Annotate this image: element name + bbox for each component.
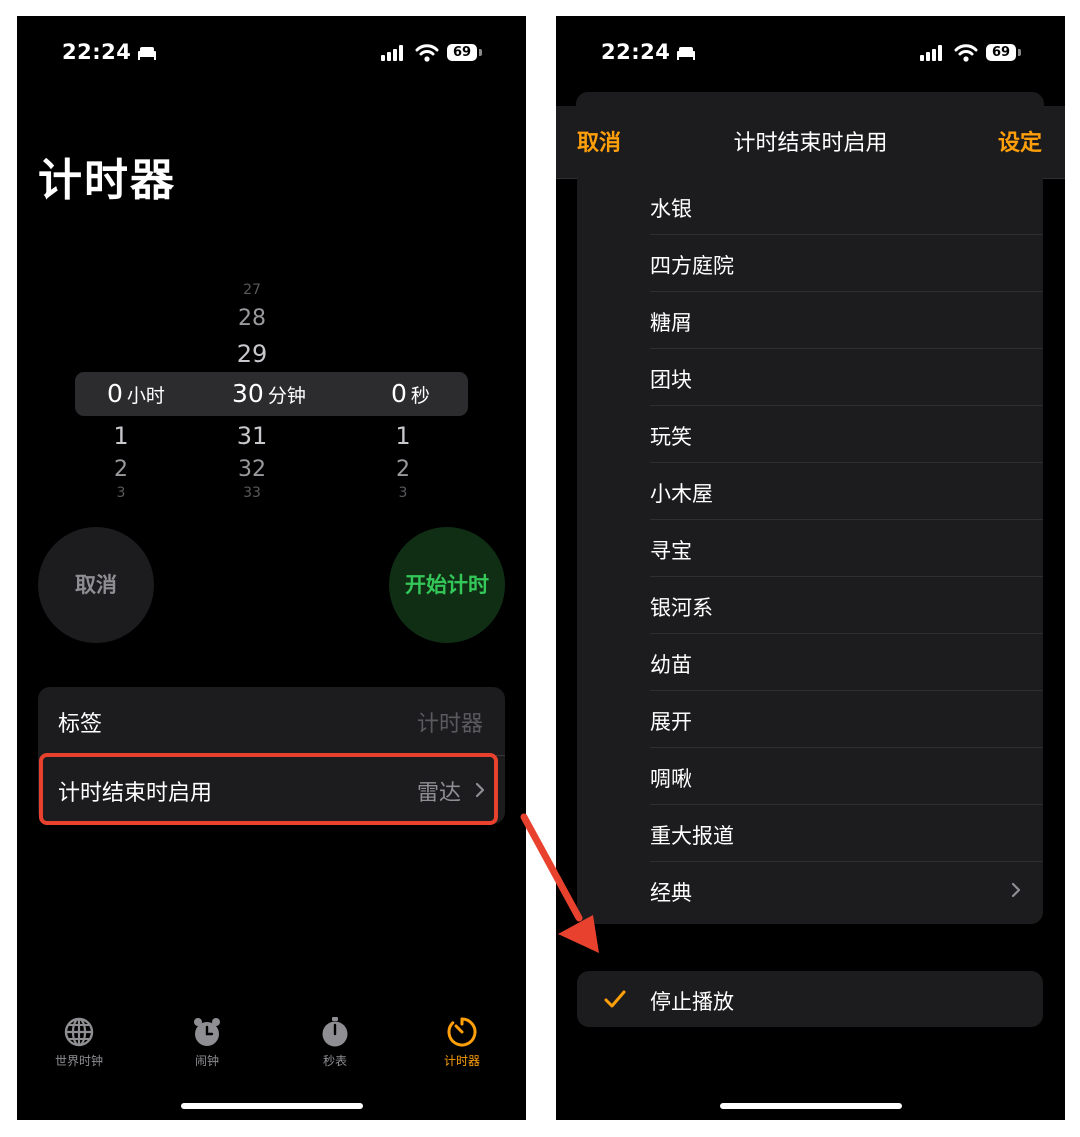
battery-tip — [479, 49, 482, 56]
label-row[interactable]: 标签 计时器 — [38, 687, 505, 755]
stop-playing-option[interactable]: 停止播放 — [577, 971, 1043, 1027]
cancel-button[interactable]: 取消 — [38, 527, 154, 643]
seconds-value: 0 — [391, 379, 407, 408]
picker-value: 31 — [236, 422, 268, 450]
tab-label: 秒表 — [322, 1054, 347, 1068]
sound-item[interactable]: 幼苗 — [577, 634, 1043, 691]
globe-icon — [64, 1017, 94, 1047]
tab-stopwatch[interactable]: 秒表 — [290, 1016, 380, 1069]
picker-value: 1 — [395, 422, 411, 450]
status-time: 22:24 — [601, 40, 671, 64]
sound-label: 展开 — [650, 710, 692, 734]
sound-item[interactable]: 啁啾 — [577, 748, 1043, 805]
sound-label: 小木屋 — [650, 482, 713, 506]
sound-label: 水银 — [650, 197, 692, 221]
seconds-unit: 秒 — [410, 385, 430, 407]
start-button[interactable]: 开始计时 — [389, 527, 505, 643]
sound-label: 寻宝 — [650, 539, 692, 563]
minutes-unit: 分钟 — [267, 385, 306, 407]
tab-alarm[interactable]: 闹钟 — [162, 1016, 252, 1069]
sound-item[interactable]: 展开 — [577, 691, 1043, 748]
sound-item[interactable]: 银河系 — [577, 577, 1043, 634]
minutes-selected[interactable]: 30 分钟 — [232, 376, 306, 412]
timer-screen: 22:24 69 计时器 27 28 29 31 32 33 1 2 3 1 2… — [17, 16, 526, 1120]
battery-tip — [1018, 49, 1021, 56]
sound-item[interactable]: 寻宝 — [577, 520, 1043, 577]
sound-label: 经典 — [650, 881, 692, 905]
picker-value: 28 — [238, 306, 266, 331]
hours-value: 0 — [107, 379, 123, 408]
hours-selected[interactable]: 0 小时 — [107, 376, 165, 412]
home-indicator — [720, 1103, 902, 1109]
sound-item[interactable]: 小木屋 — [577, 463, 1043, 520]
alarm-icon — [194, 1018, 220, 1046]
cellular-signal-icon — [381, 45, 403, 61]
wifi-icon — [954, 44, 978, 62]
sleep-focus-icon — [138, 47, 156, 60]
sheet-title: 计时结束时启用 — [733, 131, 888, 156]
stopwatch-icon — [322, 1017, 348, 1047]
highlight-annotation — [39, 753, 498, 825]
sound-item[interactable]: 重大报道 — [577, 805, 1043, 862]
picker-value: 2 — [114, 457, 128, 482]
sound-item[interactable]: 糖屑 — [577, 292, 1043, 349]
wifi-icon — [415, 44, 439, 62]
picker-value: 32 — [238, 457, 266, 482]
sound-label: 糖屑 — [650, 311, 692, 335]
sound-label: 四方庭院 — [650, 254, 734, 278]
label-row-value: 计时器 — [416, 712, 483, 737]
picker-value: 1 — [113, 422, 129, 450]
label-row-title: 标签 — [58, 712, 103, 737]
battery-indicator: 69 — [447, 44, 477, 61]
hours-unit: 小时 — [126, 385, 165, 407]
sound-item[interactable]: 四方庭院 — [577, 235, 1043, 292]
sound-label: 啁啾 — [650, 767, 692, 791]
chevron-right-icon — [1011, 882, 1021, 898]
checkmark-icon — [604, 990, 626, 1008]
picker-value: 3 — [116, 485, 126, 501]
sleep-focus-icon — [677, 47, 695, 60]
sound-label: 银河系 — [650, 596, 713, 620]
set-button[interactable]: 设定 — [998, 125, 1042, 157]
minutes-value: 30 — [232, 379, 264, 408]
seconds-selected[interactable]: 0秒 — [391, 376, 430, 412]
sound-label: 团块 — [650, 368, 692, 392]
tab-label: 世界时钟 — [54, 1054, 103, 1068]
picker-value: 29 — [236, 340, 268, 368]
sound-label: 幼苗 — [650, 653, 692, 677]
picker-value: 33 — [243, 485, 261, 501]
picker-value: 3 — [398, 485, 408, 501]
picker-value: 27 — [243, 282, 261, 298]
sound-item[interactable]: 水银 — [577, 178, 1043, 235]
sound-item[interactable]: 团块 — [577, 349, 1043, 406]
sound-item[interactable]: 玩笑 — [577, 406, 1043, 463]
page-title: 计时器 — [38, 155, 176, 206]
home-indicator — [181, 1103, 363, 1109]
tab-timer[interactable]: 计时器 — [417, 1016, 507, 1069]
tab-world-clock[interactable]: 世界时钟 — [34, 1016, 124, 1069]
battery-indicator: 69 — [986, 44, 1016, 61]
sound-label: 重大报道 — [650, 824, 734, 848]
sound-item-classic[interactable]: 经典 — [577, 862, 1043, 919]
tab-label: 闹钟 — [194, 1054, 219, 1068]
status-time: 22:24 — [62, 40, 132, 64]
picker-value: 2 — [396, 457, 410, 482]
sound-picker-screen: 22:24 69 取消 计时结束时启用 设定 水银 四方庭院 糖屑 团块 玩笑 … — [556, 16, 1065, 1120]
sound-label: 玩笑 — [650, 425, 692, 449]
sound-list: 水银 四方庭院 糖屑 团块 玩笑 小木屋 寻宝 银河系 幼苗 展开 啁啾 重大报… — [577, 178, 1043, 924]
tab-label: 计时器 — [443, 1054, 480, 1068]
cellular-signal-icon — [920, 45, 942, 61]
stop-playing-label: 停止播放 — [650, 990, 734, 1014]
timer-icon — [447, 1017, 477, 1047]
